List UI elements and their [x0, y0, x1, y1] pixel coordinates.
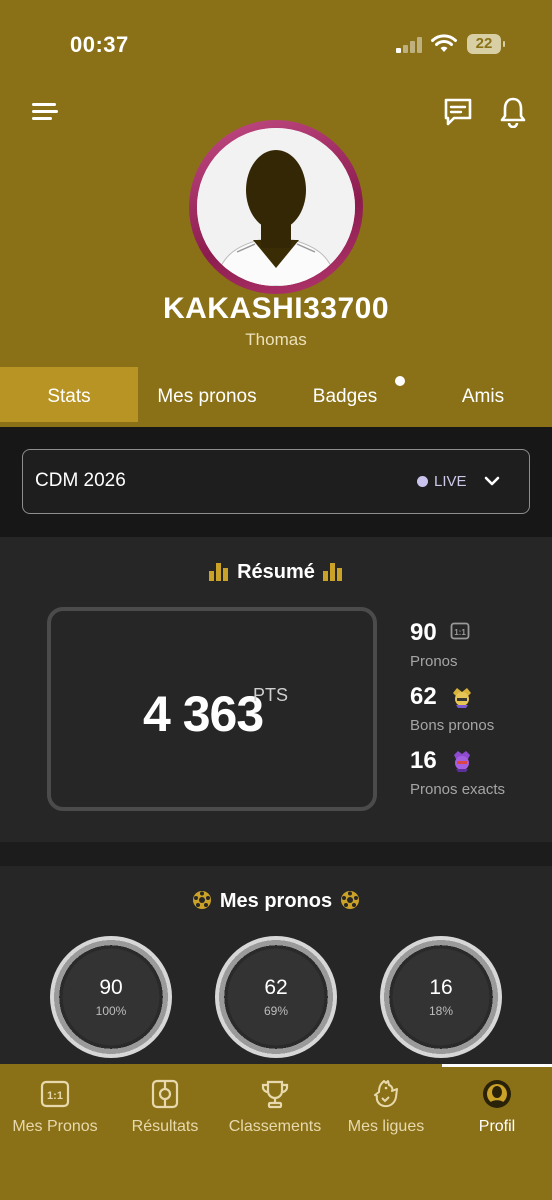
good-prono-icon	[453, 688, 471, 708]
pronos-total-ring: 90 100%	[50, 936, 172, 1058]
tab-amis[interactable]: Amis	[414, 367, 552, 422]
nav-label: Classements	[228, 1118, 322, 1135]
stat-pronos: 90 Pronos 1:1	[410, 619, 470, 670]
tab-mes-pronos[interactable]: Mes pronos	[138, 367, 276, 422]
exact-prono-icon	[454, 751, 470, 772]
trophy-icon	[261, 1080, 289, 1109]
resume-title: Résumé	[0, 561, 552, 584]
ring-value: 16	[429, 976, 453, 999]
ring-value: 90	[99, 976, 123, 999]
stat-label: Pronos exacts	[410, 781, 506, 798]
ring-percent: 18%	[428, 1004, 454, 1018]
score-icon: 1:1	[450, 622, 470, 640]
svg-text:1:1: 1:1	[454, 628, 466, 637]
bar-chart-icon	[209, 563, 229, 581]
first-name: Thomas	[245, 330, 307, 349]
live-status: LIVE	[417, 473, 467, 490]
nav-classements[interactable]: Classements	[220, 1078, 330, 1148]
profile-icon	[483, 1080, 511, 1108]
mes-pronos-title-text: Mes pronos	[219, 890, 333, 912]
status-bar: 00:37 22	[0, 0, 552, 90]
stat-bons-pronos: 62 Bons pronos	[410, 683, 494, 734]
points-unit: PTS	[253, 685, 289, 705]
avatar[interactable]	[189, 120, 363, 294]
live-label: LIVE	[434, 473, 467, 490]
mes-pronos-section: Mes pronos 90 100% 62 69% 16 18%	[0, 866, 552, 1066]
competition-name: CDM 2026	[35, 470, 126, 491]
chat-icon[interactable]	[442, 96, 474, 128]
wifi-icon	[431, 34, 457, 52]
football-icon	[341, 891, 360, 909]
mes-pronos-title: Mes pronos	[0, 890, 552, 913]
nav-resultats[interactable]: Résultats	[110, 1078, 220, 1148]
svg-text:1:1: 1:1	[47, 1090, 63, 1102]
resume-title-text: Résumé	[237, 561, 315, 583]
nav-profil[interactable]: Profil	[442, 1078, 552, 1148]
pronos-good-ring: 62 69%	[215, 936, 337, 1058]
username: KAKASHI33700	[162, 292, 390, 325]
bottom-nav: 1:1 Mes Pronos Résultats Classements Mes…	[0, 1064, 552, 1200]
resume-section: Résumé 4 363 PTS 90 Pronos 1:1 62 Bons p…	[0, 537, 552, 842]
badges-notification-dot	[395, 376, 405, 386]
menu-icon[interactable]	[32, 100, 60, 124]
stat-label: Bons pronos	[410, 717, 495, 734]
stat-label: Pronos	[410, 653, 458, 670]
competition-select[interactable]: CDM 2026 LIVE	[22, 449, 530, 514]
tab-stats[interactable]: Stats	[0, 367, 138, 422]
points-value: 4 363	[143, 686, 264, 742]
live-dot-icon	[417, 476, 428, 487]
status-time: 00:37	[70, 32, 129, 57]
tab-badges[interactable]: Badges	[276, 367, 414, 422]
points-card: 4 363 PTS	[47, 607, 377, 811]
football-icon	[192, 891, 211, 909]
nav-label: Résultats	[131, 1118, 199, 1135]
competition-selector-area: CDM 2026 LIVE	[0, 427, 552, 537]
bar-chart-icon	[322, 563, 342, 581]
stat-pronos-exacts: 16 Pronos exacts	[410, 747, 505, 798]
signal-icon	[396, 37, 424, 53]
chevron-down-icon[interactable]	[481, 470, 503, 492]
nav-label: Mes Pronos	[12, 1118, 98, 1135]
nav-label: Profil	[478, 1118, 516, 1135]
nav-mes-pronos[interactable]: 1:1 Mes Pronos	[0, 1078, 110, 1148]
avatar-silhouette-icon	[197, 128, 355, 286]
bell-icon[interactable]	[498, 96, 528, 128]
battery-icon: 22	[467, 34, 505, 54]
pronos-exact-ring: 16 18%	[380, 936, 502, 1058]
scoreboard-icon	[151, 1079, 179, 1109]
profile-header: 00:37 22 KAKASHI33700 Thomas Stats Mes p…	[0, 0, 552, 427]
nav-mes-ligues[interactable]: Mes ligues	[330, 1078, 442, 1148]
ring-percent: 100%	[95, 1004, 127, 1018]
ring-value: 62	[264, 976, 288, 999]
profile-tabs: Stats Mes pronos Badges Amis	[0, 367, 552, 422]
rooster-icon	[374, 1080, 398, 1108]
nav-label: Mes ligues	[347, 1118, 425, 1135]
active-tab-indicator	[442, 1064, 552, 1067]
score-icon: 1:1	[40, 1080, 70, 1108]
ring-percent: 69%	[263, 1004, 289, 1018]
